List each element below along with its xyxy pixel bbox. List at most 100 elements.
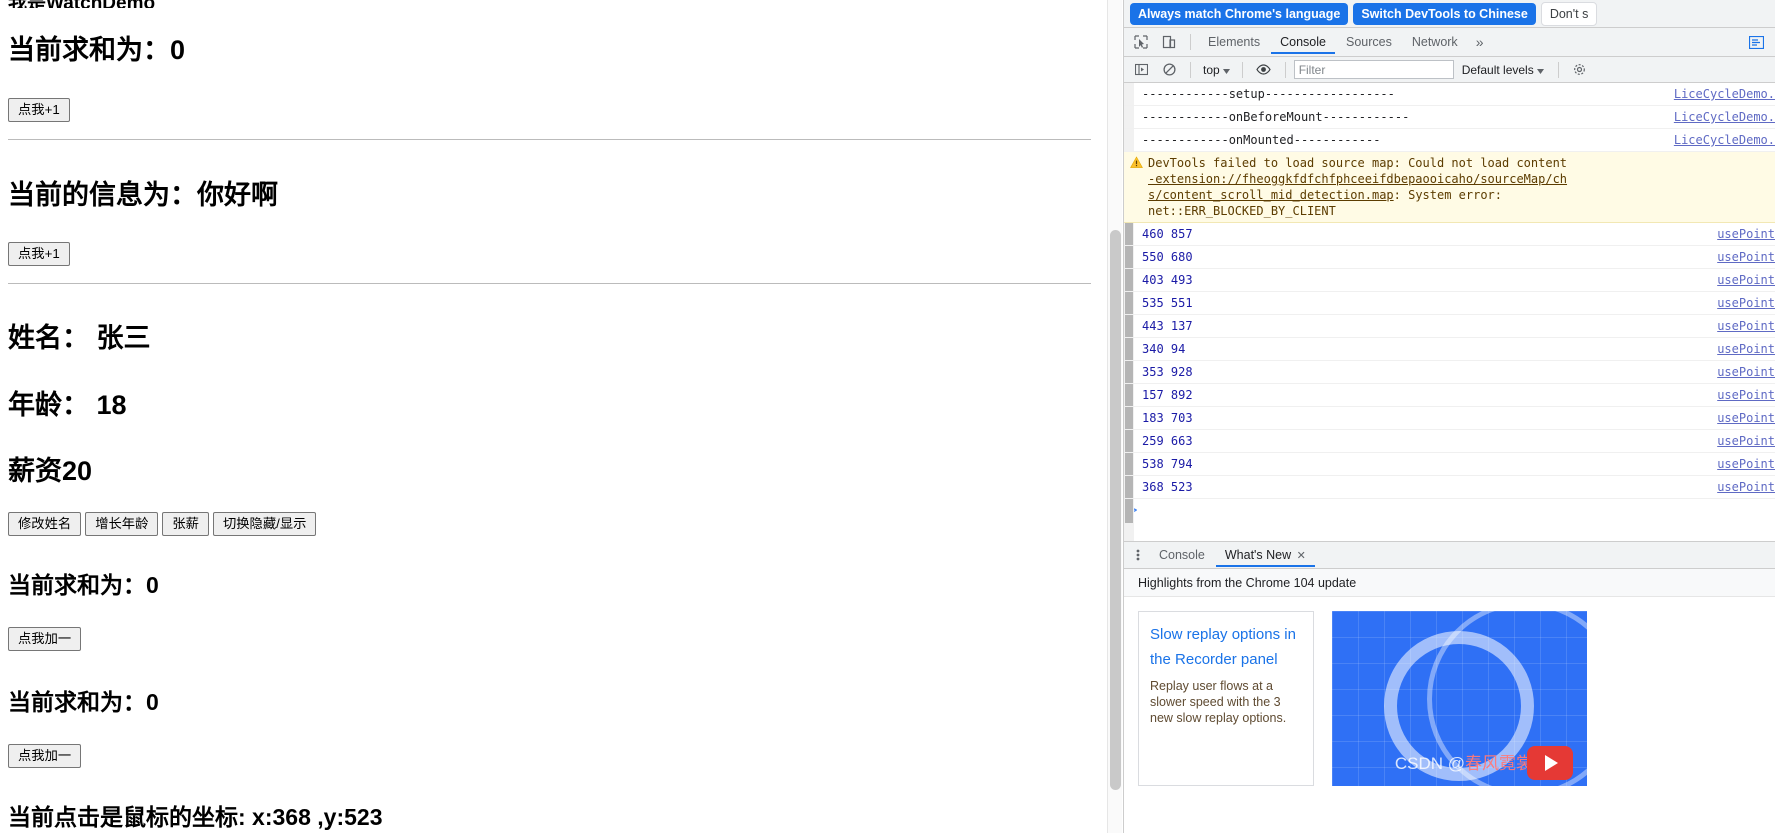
console-message-warning[interactable]: DevTools failed to load source map: Coul… — [1124, 152, 1775, 223]
console-message-row[interactable]: 403 493 usePoint — [1124, 269, 1775, 292]
switch-devtools-chinese-button[interactable]: Switch DevTools to Chinese — [1353, 2, 1536, 25]
console-message-row[interactable]: 183 703 usePoint — [1124, 407, 1775, 430]
console-filter-input[interactable] — [1293, 60, 1454, 79]
console-message-source[interactable]: usePoint — [1717, 272, 1775, 288]
drawer-tab-console[interactable]: Console — [1150, 544, 1214, 567]
execution-context-label: top — [1203, 62, 1220, 77]
add-one-button-1[interactable]: 点我加一 — [8, 627, 82, 651]
change-name-button[interactable]: 修改姓名 — [8, 512, 82, 536]
whats-new-card-link[interactable]: Slow replay options in the Recorder panel — [1150, 622, 1302, 672]
log-level-selector[interactable]: Default levels — [1456, 61, 1550, 79]
console-message-source[interactable]: usePoint — [1717, 364, 1775, 380]
toggle-visibility-button[interactable]: 切换隐藏/显示 — [212, 512, 317, 536]
console-message-log[interactable]: ------------onBeforeMount------------ Li… — [1124, 106, 1775, 129]
devtools-language-bar: Always match Chrome's language Switch De… — [1124, 0, 1775, 28]
console-message-list[interactable]: ------------setup------------------ Lice… — [1124, 83, 1775, 541]
console-message-row[interactable]: 538 794 usePoint — [1124, 453, 1775, 476]
warning-line-2[interactable]: -extension://fheoggkfdfchfphceeifdbepaoo… — [1148, 172, 1567, 186]
more-tabs-icon[interactable]: » — [1469, 34, 1491, 50]
console-message-source[interactable]: usePoint — [1717, 387, 1775, 403]
console-message-source[interactable]: LiceCycleDemo. — [1674, 109, 1775, 125]
whats-new-card-body: Replay user flows at a slower speed with… — [1150, 679, 1287, 725]
console-message-source[interactable]: usePoint — [1717, 433, 1775, 449]
card-title-line-2: the Recorder panel — [1150, 651, 1278, 668]
person-name: 姓名： 张三 — [8, 323, 151, 353]
message-heading: 当前的信息为：你好啊 — [8, 180, 278, 210]
play-button-icon[interactable] — [1527, 746, 1573, 780]
console-message-source[interactable]: usePoint — [1717, 249, 1775, 265]
console-coordinate-value: 538 794 — [1142, 457, 1193, 471]
increase-age-button[interactable]: 增长年龄 — [85, 512, 159, 536]
console-message-row[interactable]: 368 523 usePoint — [1124, 476, 1775, 499]
mouse-coordinates-text: 当前点击是鼠标的坐标: x:368 ,y:523 — [8, 804, 383, 830]
tab-network[interactable]: Network — [1403, 31, 1467, 54]
console-coordinate-value: 443 137 — [1142, 319, 1193, 333]
console-message-log[interactable]: ------------onMounted------------ LiceCy… — [1124, 129, 1775, 152]
person-age: 年龄： 18 — [8, 390, 127, 420]
console-message-source[interactable]: usePoint — [1717, 341, 1775, 357]
console-message-row[interactable]: 535 551 usePoint — [1124, 292, 1775, 315]
warning-line-1: DevTools failed to load source map: Coul… — [1148, 156, 1568, 170]
console-toolbar-divider-2 — [1241, 61, 1243, 78]
console-coordinate-value: 183 703 — [1142, 411, 1193, 425]
console-message-row[interactable]: 340 94 usePoint — [1124, 338, 1775, 361]
sum-heading-2: 当前求和为：0 — [8, 572, 159, 598]
console-message-row[interactable]: 259 663 usePoint — [1124, 430, 1775, 453]
console-coordinate-value: 535 551 — [1142, 296, 1193, 310]
whats-new-video-thumbnail[interactable]: CSDN @春风霓裳 — [1332, 611, 1587, 786]
drawer-tab-whats-new-label: What's New — [1224, 547, 1292, 562]
device-toolbar-icon[interactable] — [1156, 30, 1182, 54]
tab-console[interactable]: Console — [1271, 31, 1335, 54]
console-message-source[interactable]: LiceCycleDemo. — [1674, 86, 1775, 102]
console-message-source[interactable]: usePoint — [1717, 226, 1775, 242]
live-expression-eye-icon[interactable] — [1251, 58, 1277, 82]
page-scrollbar[interactable] — [1107, 0, 1122, 833]
always-match-language-button[interactable]: Always match Chrome's language — [1130, 2, 1349, 25]
tab-sources[interactable]: Sources — [1337, 31, 1401, 54]
console-message-source[interactable]: usePoint — [1717, 479, 1775, 495]
console-message-row[interactable]: 460 857 usePoint — [1124, 223, 1775, 246]
close-icon[interactable]: ✕ — [1297, 550, 1306, 562]
execution-context-selector[interactable]: top — [1199, 61, 1234, 79]
console-message-text: ------------onMounted------------ — [1142, 133, 1381, 147]
console-message-log[interactable]: ------------setup------------------ Lice… — [1124, 83, 1775, 106]
console-message-row[interactable]: 443 137 usePoint — [1124, 315, 1775, 338]
increment-button-2[interactable]: 点我+1 — [8, 242, 70, 266]
console-sidebar-icon[interactable] — [1128, 58, 1154, 82]
console-input-prompt[interactable]: > — [1124, 499, 1775, 521]
raise-salary-button[interactable]: 张薪 — [162, 512, 209, 536]
console-message-row[interactable]: 157 892 usePoint — [1124, 384, 1775, 407]
console-coordinate-value: 550 680 — [1142, 250, 1193, 264]
drawer-tab-whats-new[interactable]: What's New ✕ — [1216, 544, 1315, 567]
console-drawer-toggle-icon[interactable] — [1743, 30, 1769, 54]
drawer-more-options-icon[interactable] — [1128, 544, 1148, 566]
console-coordinate-value: 460 857 — [1142, 227, 1193, 241]
console-message-row[interactable]: 353 928 usePoint — [1124, 361, 1775, 384]
console-message-row[interactable]: 550 680 usePoint — [1124, 246, 1775, 269]
dismiss-language-button[interactable]: Don't s — [1540, 1, 1598, 26]
tab-elements[interactable]: Elements — [1199, 31, 1269, 54]
person-action-buttons: 修改姓名 增长年龄 张薪 切换隐藏/显示 — [8, 512, 1099, 536]
increment-button-1[interactable]: 点我+1 — [8, 98, 70, 122]
warning-line-4: net::ERR_BLOCKED_BY_CLIENT — [1148, 204, 1336, 218]
console-message-source[interactable]: LiceCycleDemo. — [1674, 132, 1775, 148]
console-message-source[interactable]: usePoint — [1717, 295, 1775, 311]
inspect-element-icon[interactable] — [1128, 30, 1154, 54]
chevron-down-icon — [1536, 63, 1544, 77]
page-scrollbar-thumb[interactable] — [1110, 230, 1121, 790]
add-one-button-2[interactable]: 点我加一 — [8, 744, 82, 768]
tabbar-divider — [1190, 34, 1191, 50]
console-message-source[interactable]: usePoint — [1717, 410, 1775, 426]
sum-heading-3: 当前求和为：0 — [8, 689, 159, 715]
console-message-source[interactable]: usePoint — [1717, 318, 1775, 334]
console-settings-gear-icon[interactable] — [1567, 58, 1593, 82]
sum-heading-1: 当前求和为：0 — [8, 35, 186, 65]
clear-console-icon[interactable] — [1156, 58, 1182, 82]
whats-new-card: Slow replay options in the Recorder panel… — [1138, 611, 1314, 786]
drawer-tab-bar: Console What's New ✕ — [1124, 542, 1775, 569]
watermark-username: 春风霓裳 — [1465, 754, 1533, 773]
console-message-source[interactable]: usePoint — [1717, 456, 1775, 472]
warning-line-3[interactable]: s/content_scroll_mid_detection.map — [1148, 188, 1394, 202]
warning-line-3-tail: : System error: — [1393, 188, 1503, 202]
web-page-content: 我是WatchDemo 当前求和为：0 点我+1 当前的信息为：你好啊 点我+1… — [0, 0, 1107, 833]
